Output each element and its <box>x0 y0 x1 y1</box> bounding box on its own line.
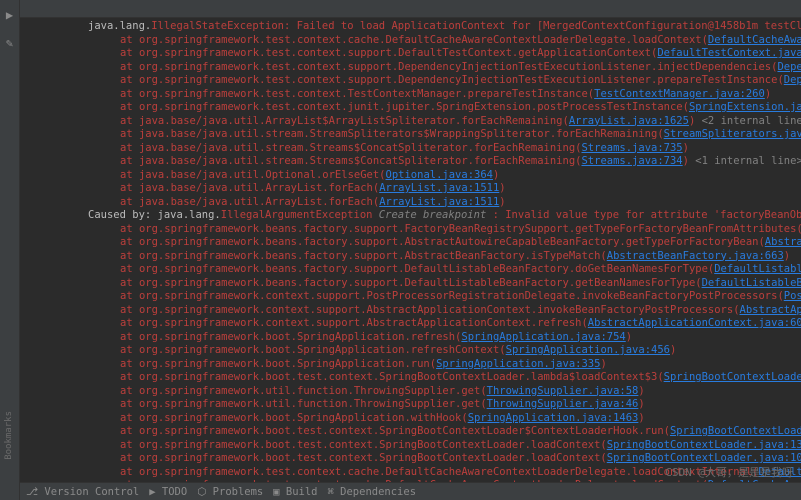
status-bar: ⎇ Version Control ▶ TODO ⬡ Problems ▣ Bu… <box>20 482 801 500</box>
stack-frame: at org.springframework.boot.test.context… <box>20 371 801 385</box>
source-link[interactable]: AbstractBeanFactory.java:663 <box>607 250 784 262</box>
console-output[interactable]: java.lang.IllegalStateException: Failed … <box>20 18 801 482</box>
stack-frame: at java.base/java.util.ArrayList$ArrayLi… <box>20 115 801 129</box>
source-link[interactable]: ArrayList.java:1511 <box>379 196 499 208</box>
source-link[interactable]: DefaultListableBeanFactory.java:534 <box>702 277 801 289</box>
stack-frame: at java.base/java.util.stream.Streams$Co… <box>20 155 801 169</box>
internal-lines: <2 internal lines> <box>702 115 801 127</box>
stack-frame: at org.springframework.boot.SpringApplic… <box>20 412 801 426</box>
edit-icon[interactable]: ✎ <box>6 36 13 50</box>
source-link[interactable]: SpringBootContextLoader.java:553 <box>670 425 801 437</box>
stack-frame: at org.springframework.context.support.P… <box>20 290 801 304</box>
stack-frame: at org.springframework.beans.factory.sup… <box>20 263 801 277</box>
deps-tool[interactable]: ⌘ Dependencies <box>328 486 417 498</box>
stack-frame: at org.springframework.boot.SpringApplic… <box>20 344 801 358</box>
exception-msg: : Failed to load ApplicationContext for … <box>284 20 801 32</box>
stack-frame: at java.base/java.util.ArrayList.forEach… <box>20 182 801 196</box>
stack-frame: at java.base/java.util.stream.Streams$Co… <box>20 142 801 156</box>
create-breakpoint-link[interactable]: Create breakpoint <box>372 209 492 221</box>
stack-frame: at org.springframework.context.support.A… <box>20 304 801 318</box>
stack-frame: at org.springframework.beans.factory.sup… <box>20 236 801 250</box>
source-link[interactable]: AbstractApplicationContext.java:788 <box>740 304 801 316</box>
exception-class[interactable]: IllegalStateException <box>151 20 284 32</box>
source-link[interactable]: ArrayList.java:1511 <box>379 182 499 194</box>
stack-frame: at org.springframework.beans.factory.sup… <box>20 250 801 264</box>
source-link[interactable]: ThrowingSupplier.java:58 <box>487 385 639 397</box>
build-tool[interactable]: ▣ Build <box>273 486 317 498</box>
stack-frame: at org.springframework.beans.factory.sup… <box>20 277 801 291</box>
stack-frame: at java.base/java.util.stream.StreamSpli… <box>20 128 801 142</box>
stack-frame: at org.springframework.test.context.supp… <box>20 47 801 61</box>
source-link[interactable]: StreamSpliterators.java:310 <box>664 128 801 140</box>
stack-frame: at org.springframework.context.support.A… <box>20 317 801 331</box>
source-link[interactable]: SpringApplication.java:1463 <box>468 412 639 424</box>
stack-frame: at org.springframework.test.context.cach… <box>20 34 801 48</box>
source-link[interactable]: Optional.java:364 <box>386 169 493 181</box>
stack-frame: at org.springframework.test.context.juni… <box>20 101 801 115</box>
source-link[interactable]: ArrayList.java:1625 <box>569 115 689 127</box>
run-icon[interactable]: ▶ <box>6 8 13 22</box>
source-link[interactable]: Streams.java:734 <box>581 155 682 167</box>
stack-frame: at org.springframework.boot.SpringApplic… <box>20 358 801 372</box>
source-link[interactable]: SpringApplication.java:335 <box>436 358 600 370</box>
source-link[interactable]: DefaultCacheAwareContextLoaderDelegate.j… <box>708 34 801 46</box>
source-link[interactable]: ThrowingSupplier.java:46 <box>487 398 639 410</box>
stack-frame: at org.springframework.util.function.Thr… <box>20 385 801 399</box>
stack-frame: at org.springframework.boot.SpringApplic… <box>20 331 801 345</box>
source-link[interactable]: SpringBootContextLoader.java:137 <box>664 371 801 383</box>
vcs-tool[interactable]: ⎇ Version Control <box>26 486 139 498</box>
caused-by-msg: : Invalid value type for attribute 'fact… <box>493 209 801 221</box>
stack-frame: at org.springframework.boot.test.context… <box>20 425 801 439</box>
exception-pkg: java.lang. <box>88 20 151 32</box>
source-link[interactable]: SpringApplication.java:456 <box>506 344 670 356</box>
source-link[interactable]: SpringExtension.java:163 <box>689 101 801 113</box>
stack-frame: at org.springframework.test.context.supp… <box>20 74 801 88</box>
source-link[interactable]: PostProcessorRegistrationDelegate.java:1… <box>784 290 801 302</box>
stack-frame: at org.springframework.beans.factory.sup… <box>20 223 801 237</box>
source-link[interactable]: Streams.java:735 <box>581 142 682 154</box>
caused-by-pkg: Caused by: java.lang. <box>88 209 221 221</box>
problems-tool[interactable]: ⬡ Problems <box>197 486 263 498</box>
stack-frame: at org.springframework.test.context.Test… <box>20 88 801 102</box>
stack-frame: at org.springframework.util.function.Thr… <box>20 398 801 412</box>
stack-frame: at org.springframework.boot.test.context… <box>20 439 801 453</box>
watermark-text: CSDN @大哥，是是是我呀 <box>665 464 793 480</box>
internal-lines: <1 internal line> <box>695 155 801 167</box>
bookmarks-tab[interactable]: Bookmarks <box>4 411 14 460</box>
source-link[interactable]: SpringBootContextLoader.java:108 <box>607 452 801 464</box>
stack-frame: at java.base/java.util.ArrayList.forEach… <box>20 196 801 210</box>
source-link[interactable]: TestContextManager.java:260 <box>594 88 765 100</box>
stack-frame: at org.springframework.test.context.supp… <box>20 61 801 75</box>
source-link[interactable]: AbstractApplicationContext.java:606 <box>588 317 801 329</box>
stack-frame: at java.base/java.util.Optional.orElseGe… <box>20 169 801 183</box>
source-link[interactable]: DependencyInjectionTestExecutionListener… <box>784 74 801 86</box>
source-link[interactable]: DefaultTestContext.java:130 <box>657 47 801 59</box>
source-link[interactable]: DefaultListableBeanFactory.java:575 <box>714 263 801 275</box>
source-link[interactable]: DependencyInjectionTestExecutionListener… <box>777 61 801 73</box>
todo-tool[interactable]: ▶ TODO <box>149 486 187 498</box>
caused-by-class[interactable]: IllegalArgumentException <box>221 209 373 221</box>
source-link[interactable]: SpringBootContextLoader.java:137 <box>607 439 801 451</box>
source-link[interactable]: AbstractAutowireCapableBeanFactory.java:… <box>765 236 801 248</box>
console-tab-bar <box>20 0 801 18</box>
source-link[interactable]: SpringApplication.java:754 <box>461 331 625 343</box>
